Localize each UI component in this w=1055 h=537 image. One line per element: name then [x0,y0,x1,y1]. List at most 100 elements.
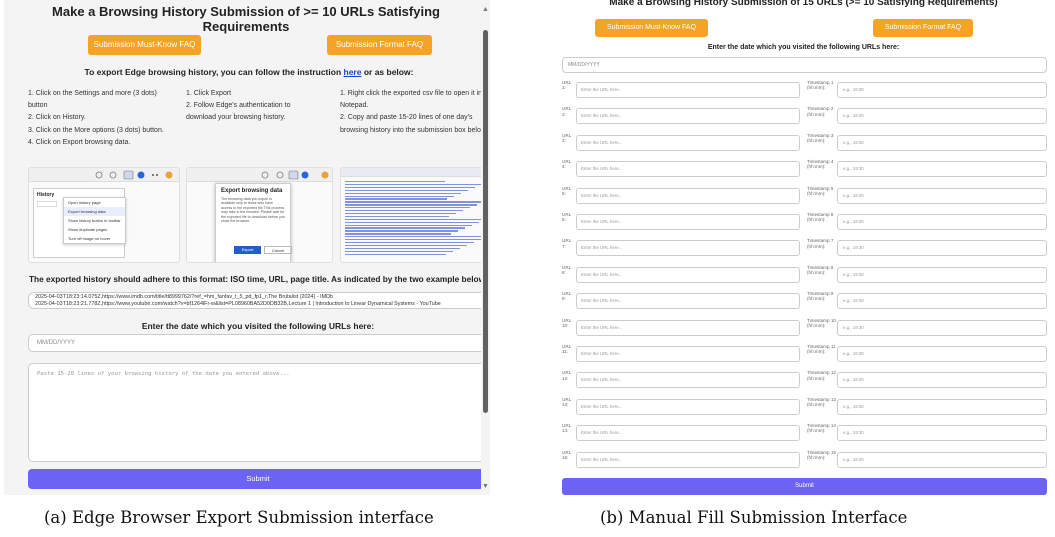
url-input[interactable]: Enter the URL here... [576,161,800,178]
url-label: URL 7: [562,238,572,249]
url-input[interactable]: Enter the URL here... [576,82,800,98]
timestamp-label: Timestamp 1 (hh:mm): [807,80,834,91]
timestamp-label: Timestamp 11 (hh:mm): [807,344,836,355]
steps-column-1: 1. Click on the Settings and more (3 dot… [28,88,178,149]
timestamp-label: Timestamp 6 (hh:mm): [807,212,834,223]
url-row: URL 6: Enter the URL here... Timestamp 6 (… [562,212,1047,232]
url-input[interactable]: Enter the URL here... [576,451,800,468]
timestamp-input[interactable]: e.g., 19:30 [837,425,1047,442]
url-input[interactable]: Enter the URL here... [576,346,800,362]
url-row: URL 1: Enter the URL here... Timestamp 1 (… [562,80,1047,100]
url-input[interactable]: Enter the URL here... [576,398,800,415]
timestamp-input[interactable]: e.g., 19:30 [837,319,1047,336]
submit-button[interactable]: Submit [28,469,488,489]
caption-a: (a) Edge Browser Export Submission inter… [44,508,434,527]
timestamp-input[interactable]: e.g., 19:30 [837,346,1047,362]
timestamp-input[interactable]: e.g., 19:30 [837,161,1047,178]
timestamp-label: Timestamp 5 (hh:mm): [807,185,834,196]
timestamp-label: Timestamp 15 (hh:mm): [807,449,836,460]
timestamp-label: Timestamp 2 (hh:mm): [807,106,834,117]
history-pane-title: History [37,192,55,198]
timestamp-input[interactable]: e.g., 19:30 [837,214,1047,230]
toolbar-icons [95,170,173,180]
example-line: 2025-04-03T18:23:21.778Z,https://www.you… [35,300,441,307]
history-paste-textarea[interactable]: Paste 15-20 lines of your browsing histo… [28,363,488,462]
date-input[interactable]: MM/DD/YYYY [562,57,1047,73]
format-faq-button[interactable]: Submission Format FAQ [327,35,432,55]
history-more-menu: Open history page Export browsing data S… [63,197,126,244]
timestamp-input[interactable]: e.g., 19:30 [837,240,1047,257]
scroll-down-arrow-icon[interactable]: ▼ [482,483,489,490]
url-input[interactable]: Enter the URL here... [576,214,800,230]
scroll-thumb[interactable] [483,30,488,413]
edge-export-form: Make a Browsing History Submission of >=… [28,0,489,495]
url-label: URL 4: [562,159,572,170]
url-row: URL 3: Enter the URL here... Timestamp 3 (… [562,133,1047,153]
csv-text-line [345,236,488,238]
csv-text-line [345,195,454,197]
menu-item[interactable]: Export browsing data [64,207,125,216]
url-label: URL 12: [562,370,572,381]
csv-text-line [345,183,482,186]
timestamp-input[interactable]: e.g., 19:30 [837,372,1047,389]
csv-text-line [345,181,445,183]
instruction-suffix: or as below: [361,67,414,77]
url-input[interactable]: Enter the URL here... [576,134,800,151]
format-faq-button[interactable]: Submission Format FAQ [873,19,973,37]
submit-button[interactable]: Submit [562,478,1047,495]
timestamp-label: Timestamp 8 (hh:mm): [807,264,834,275]
timestamp-label: Timestamp 14 (hh:mm): [807,423,836,434]
url-row: URL 12: Enter the URL here... Timestamp 12… [562,370,1047,390]
scroll-up-arrow-icon[interactable]: ▲ [482,6,489,13]
url-input[interactable]: Enter the URL here... [576,240,800,257]
url-input[interactable]: Enter the URL here... [576,319,800,336]
timestamp-input[interactable]: e.g., 19:30 [837,187,1047,204]
toolbar-icons [261,170,329,180]
csv-text-line [345,204,477,206]
must-know-faq-button[interactable]: Submission Must-Know FAQ [595,19,708,37]
csv-text-line [345,210,463,212]
steps-column-3: 1. Right click the exported csv file to … [340,88,490,137]
must-know-faq-button[interactable]: Submission Must-Know FAQ [88,35,201,55]
format-instruction: The exported history should adhere to th… [28,274,488,284]
timestamp-input[interactable]: e.g., 19:30 [837,82,1047,98]
scrollbar[interactable]: ▲ ▼ [481,0,490,495]
csv-text-line [345,239,481,241]
url-input[interactable]: Enter the URL here... [576,187,800,204]
csv-text-line [345,212,456,215]
dialog-text: The browsing data you export is availabl… [221,197,285,224]
date-input[interactable]: MM/DD/YYYY [28,334,488,352]
csv-text-line [345,221,479,223]
timestamp-input[interactable]: e.g., 19:30 [837,451,1047,468]
export-button[interactable]: Export [234,246,261,254]
timestamp-input[interactable]: e.g., 19:30 [837,266,1047,283]
cancel-button[interactable]: Cancel [264,246,292,254]
url-input[interactable]: Enter the URL here... [576,293,800,310]
dialog-title: Export browsing data [221,188,283,194]
url-input[interactable]: Enter the URL here... [576,425,800,442]
url-input[interactable]: Enter the URL here... [576,266,800,283]
url-label: URL 1: [562,80,572,91]
timestamp-input[interactable]: e.g., 19:30 [837,108,1047,125]
csv-text-line [345,224,472,226]
url-label: URL 2: [562,106,572,117]
menu-item[interactable]: Turn off image on hover [64,234,125,243]
csv-text-line [345,250,453,252]
url-input[interactable]: Enter the URL here... [576,108,800,125]
timestamp-input[interactable]: e.g., 19:30 [837,398,1047,415]
step-text: 2. Click on History. [28,114,86,122]
menu-item[interactable]: Open history page [64,198,125,207]
timestamp-label: Timestamp 4 (hh:mm): [807,159,834,170]
textarea-placeholder: Paste 15-20 lines of your browsing histo… [37,371,290,377]
menu-item[interactable]: Show duplicate pages [64,225,125,234]
url-input[interactable]: Enter the URL here... [576,372,800,389]
url-row: URL 4: Enter the URL here... Timestamp 4 (… [562,159,1047,179]
csv-text-line [345,241,474,244]
menu-item[interactable]: Show history button in toolbar [64,216,125,225]
csv-text-line [345,227,465,229]
timestamp-input[interactable]: e.g., 19:30 [837,134,1047,151]
url-row: URL 2: Enter the URL here... Timestamp 2 (… [562,106,1047,126]
instruction-here-link[interactable]: here [344,67,362,77]
timestamp-label: Timestamp 7 (hh:mm): [807,238,834,249]
timestamp-input[interactable]: e.g., 19:30 [837,293,1047,310]
